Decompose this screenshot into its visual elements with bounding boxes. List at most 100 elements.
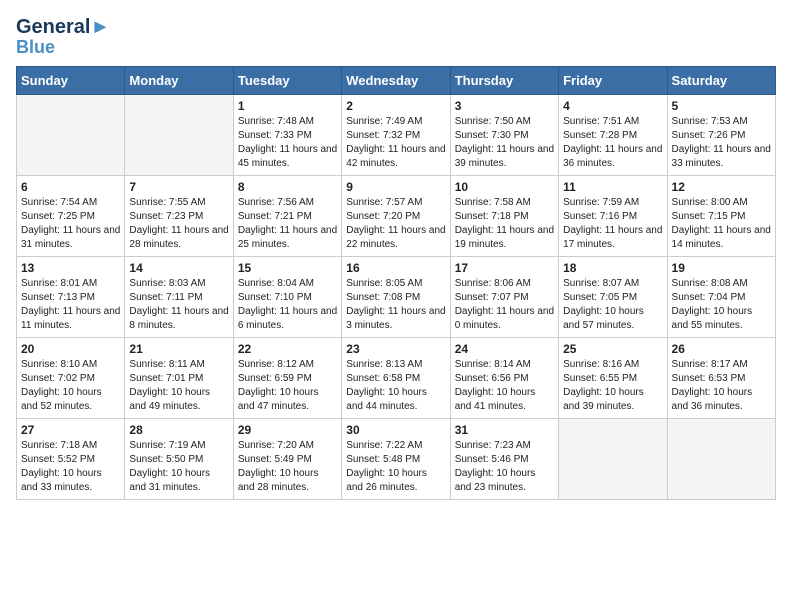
day-number: 21 [129,342,228,356]
day-number: 6 [21,180,120,194]
day-number: 7 [129,180,228,194]
day-info: Sunrise: 7:53 AMSunset: 7:26 PMDaylight:… [672,115,771,171]
calendar-cell: 27 Sunrise: 7:18 AMSunset: 5:52 PMDayligh… [17,418,125,499]
day-number: 4 [563,99,662,113]
calendar-cell [667,418,775,499]
calendar-cell: 24 Sunrise: 8:14 AMSunset: 6:56 PMDayligh… [450,337,558,418]
calendar-cell: 23Sunrise: 8:13 AMSunset: 6:58 PMDayligh… [342,337,450,418]
calendar-cell: 18Sunrise: 8:07 AMSunset: 7:05 PMDayligh… [559,256,667,337]
calendar-cell: 4 Sunrise: 7:51 AMSunset: 7:28 PMDaylight… [559,94,667,175]
calendar-cell: 29 Sunrise: 7:20 AMSunset: 5:49 PMDayligh… [233,418,341,499]
day-number: 15 [238,261,337,275]
day-number: 18 [563,261,662,275]
day-number: 27 [21,423,120,437]
day-info: Sunrise: 7:22 AMSunset: 5:48 PMDaylight:… [346,439,445,495]
day-info: Sunrise: 8:16 AMSunset: 6:55 PMDaylight:… [563,358,662,414]
day-number: 2 [346,99,445,113]
weekday-header-friday: Friday [559,66,667,94]
day-info: Sunrise: 8:05 AMSunset: 7:08 PMDaylight:… [346,277,445,333]
day-info: Sunrise: 7:23 AMSunset: 5:46 PMDaylight:… [455,439,554,495]
day-number: 14 [129,261,228,275]
calendar-week-2: 6 Sunrise: 7:54 AMSunset: 7:25 PMDaylight… [17,175,776,256]
day-info: Sunrise: 8:06 AMSunset: 7:07 PMDaylight:… [455,277,554,333]
calendar-cell: 7Sunrise: 7:55 AMSunset: 7:23 PMDaylight… [125,175,233,256]
calendar-cell: 2 Sunrise: 7:49 AMSunset: 7:32 PMDaylight… [342,94,450,175]
day-info: Sunrise: 7:57 AMSunset: 7:20 PMDaylight:… [346,196,445,252]
calendar-table: SundayMondayTuesdayWednesdayThursdayFrid… [16,66,776,500]
day-number: 3 [455,99,554,113]
day-info: Sunrise: 8:14 AMSunset: 6:56 PMDaylight:… [455,358,554,414]
calendar-cell: 10 Sunrise: 7:58 AMSunset: 7:18 PMDayligh… [450,175,558,256]
day-number: 19 [672,261,771,275]
day-number: 24 [455,342,554,356]
weekday-header-saturday: Saturday [667,66,775,94]
day-info: Sunrise: 7:56 AMSunset: 7:21 PMDaylight:… [238,196,337,252]
day-number: 5 [672,99,771,113]
day-info: Sunrise: 7:58 AMSunset: 7:18 PMDaylight:… [455,196,554,252]
day-number: 30 [346,423,445,437]
day-info: Sunrise: 7:51 AMSunset: 7:28 PMDaylight:… [563,115,662,171]
calendar-cell: 19 Sunrise: 8:08 AMSunset: 7:04 PMDayligh… [667,256,775,337]
page-header: General► Blue [16,16,776,58]
calendar-cell: 14Sunrise: 8:03 AMSunset: 7:11 PMDayligh… [125,256,233,337]
day-info: Sunrise: 8:00 AMSunset: 7:15 PMDaylight:… [672,196,771,252]
weekday-header-sunday: Sunday [17,66,125,94]
weekday-header-wednesday: Wednesday [342,66,450,94]
day-info: Sunrise: 7:48 AMSunset: 7:33 PMDaylight:… [238,115,337,171]
calendar-cell: 5 Sunrise: 7:53 AMSunset: 7:26 PMDaylight… [667,94,775,175]
weekday-header-monday: Monday [125,66,233,94]
day-number: 28 [129,423,228,437]
calendar-cell: 6 Sunrise: 7:54 AMSunset: 7:25 PMDaylight… [17,175,125,256]
calendar-cell: 12 Sunrise: 8:00 AMSunset: 7:15 PMDayligh… [667,175,775,256]
calendar-cell: 25 Sunrise: 8:16 AMSunset: 6:55 PMDayligh… [559,337,667,418]
day-number: 25 [563,342,662,356]
day-number: 9 [346,180,445,194]
day-info: Sunrise: 8:11 AMSunset: 7:01 PMDaylight:… [129,358,228,414]
day-info: Sunrise: 8:17 AMSunset: 6:53 PMDaylight:… [672,358,771,414]
calendar-cell: 22Sunrise: 8:12 AMSunset: 6:59 PMDayligh… [233,337,341,418]
calendar-cell [559,418,667,499]
day-info: Sunrise: 7:49 AMSunset: 7:32 PMDaylight:… [346,115,445,171]
calendar-cell: 28Sunrise: 7:19 AMSunset: 5:50 PMDayligh… [125,418,233,499]
calendar-cell: 8 Sunrise: 7:56 AMSunset: 7:21 PMDaylight… [233,175,341,256]
calendar-cell: 16 Sunrise: 8:05 AMSunset: 7:08 PMDayligh… [342,256,450,337]
day-info: Sunrise: 7:18 AMSunset: 5:52 PMDaylight:… [21,439,120,495]
calendar-cell [125,94,233,175]
calendar-cell: 30 Sunrise: 7:22 AMSunset: 5:48 PMDayligh… [342,418,450,499]
day-number: 10 [455,180,554,194]
day-number: 13 [21,261,120,275]
calendar-week-1: 1 Sunrise: 7:48 AMSunset: 7:33 PMDaylight… [17,94,776,175]
logo: General► Blue [16,16,110,58]
day-number: 29 [238,423,337,437]
weekday-header-tuesday: Tuesday [233,66,341,94]
day-number: 11 [563,180,662,194]
calendar-week-3: 13 Sunrise: 8:01 AMSunset: 7:13 PMDayligh… [17,256,776,337]
calendar-cell: 9 Sunrise: 7:57 AMSunset: 7:20 PMDaylight… [342,175,450,256]
calendar-week-4: 20Sunrise: 8:10 AMSunset: 7:02 PMDayligh… [17,337,776,418]
day-number: 26 [672,342,771,356]
day-number: 8 [238,180,337,194]
calendar-cell: 1 Sunrise: 7:48 AMSunset: 7:33 PMDaylight… [233,94,341,175]
day-info: Sunrise: 7:59 AMSunset: 7:16 PMDaylight:… [563,196,662,252]
calendar-cell: 21 Sunrise: 8:11 AMSunset: 7:01 PMDayligh… [125,337,233,418]
calendar-cell: 13 Sunrise: 8:01 AMSunset: 7:13 PMDayligh… [17,256,125,337]
day-number: 1 [238,99,337,113]
day-number: 17 [455,261,554,275]
day-number: 23 [346,342,445,356]
day-info: Sunrise: 8:08 AMSunset: 7:04 PMDaylight:… [672,277,771,333]
weekday-header-thursday: Thursday [450,66,558,94]
calendar-cell: 26 Sunrise: 8:17 AMSunset: 6:53 PMDayligh… [667,337,775,418]
calendar-cell [17,94,125,175]
day-info: Sunrise: 7:20 AMSunset: 5:49 PMDaylight:… [238,439,337,495]
day-info: Sunrise: 8:01 AMSunset: 7:13 PMDaylight:… [21,277,120,333]
calendar-cell: 11 Sunrise: 7:59 AMSunset: 7:16 PMDayligh… [559,175,667,256]
day-number: 20 [21,342,120,356]
day-info: Sunrise: 8:12 AMSunset: 6:59 PMDaylight:… [238,358,337,414]
day-info: Sunrise: 7:54 AMSunset: 7:25 PMDaylight:… [21,196,120,252]
calendar-cell: 20Sunrise: 8:10 AMSunset: 7:02 PMDayligh… [17,337,125,418]
logo-text: General► [16,16,110,38]
calendar-cell: 15Sunrise: 8:04 AMSunset: 7:10 PMDayligh… [233,256,341,337]
day-number: 12 [672,180,771,194]
day-number: 16 [346,261,445,275]
calendar-cell: 31Sunrise: 7:23 AMSunset: 5:46 PMDayligh… [450,418,558,499]
